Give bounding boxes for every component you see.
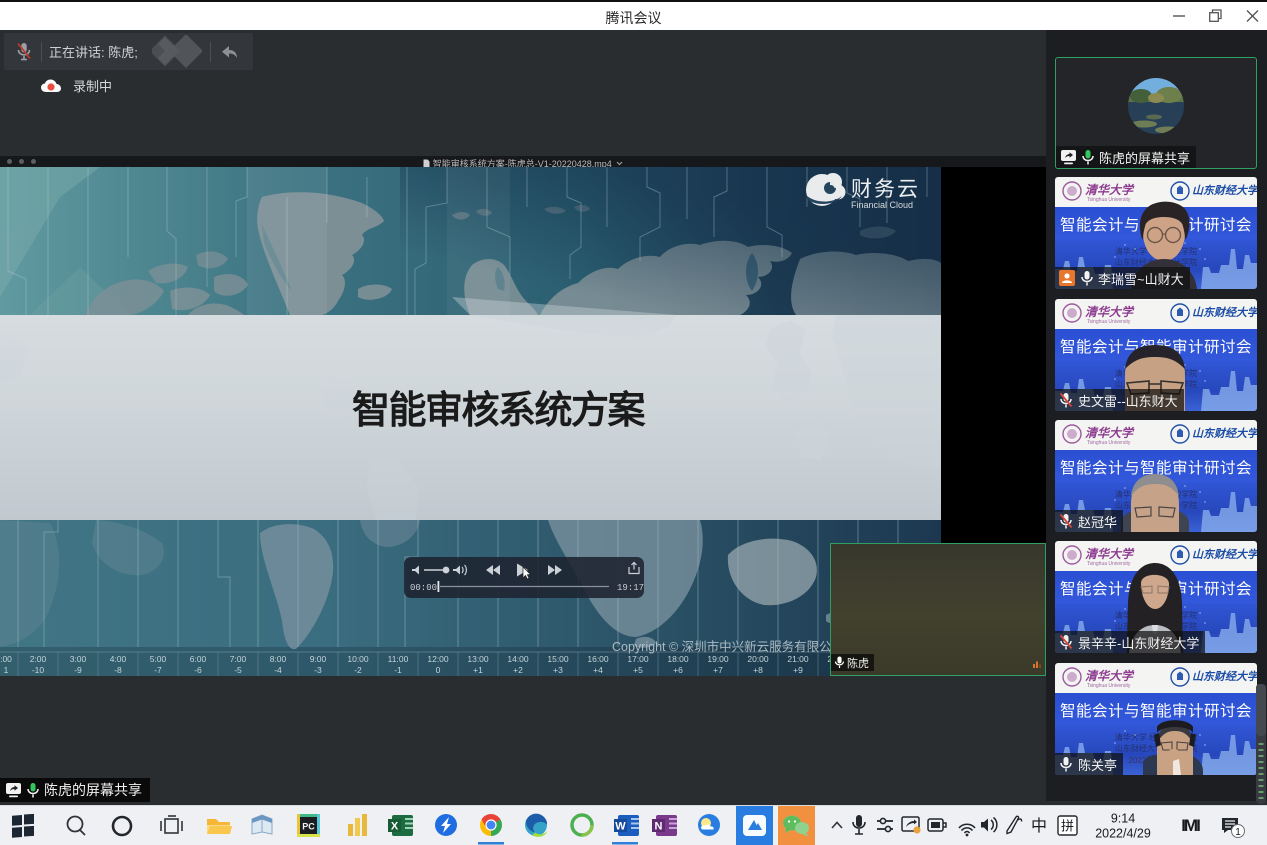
svg-text::00: :00 <box>0 654 12 664</box>
svg-text:20:00: 20:00 <box>747 654 769 664</box>
svg-text:+7: +7 <box>713 665 723 675</box>
svg-text:7:00: 7:00 <box>230 654 247 664</box>
svg-text:1: 1 <box>1235 827 1241 838</box>
svg-text:PC: PC <box>302 822 315 832</box>
svg-text:+2: +2 <box>513 665 523 675</box>
svg-text:-7: -7 <box>154 665 162 675</box>
svg-text:-1: -1 <box>394 665 402 675</box>
svg-text:8:00: 8:00 <box>270 654 287 664</box>
svg-text:+9: +9 <box>793 665 803 675</box>
svg-text:0: 0 <box>436 665 441 675</box>
svg-text:9:14: 9:14 <box>1111 812 1135 826</box>
svg-text:6:00: 6:00 <box>190 654 207 664</box>
svg-text:-5: -5 <box>234 665 242 675</box>
svg-text:5:00: 5:00 <box>150 654 167 664</box>
svg-text:W: W <box>615 821 626 833</box>
svg-text:16:00: 16:00 <box>587 654 609 664</box>
svg-text:00:00: 00:00 <box>410 583 437 593</box>
svg-text:21:00: 21:00 <box>787 654 809 664</box>
svg-text:19:00: 19:00 <box>707 654 729 664</box>
svg-text:-3: -3 <box>314 665 322 675</box>
svg-text:+8: +8 <box>753 665 763 675</box>
svg-text:Copyright © 深圳市中兴新云服务有限公司: Copyright © 深圳市中兴新云服务有限公司 <box>612 639 844 654</box>
svg-text:1: 1 <box>4 665 9 675</box>
svg-text:3:00: 3:00 <box>70 654 87 664</box>
svg-text:+4: +4 <box>593 665 603 675</box>
svg-text:+5: +5 <box>633 665 643 675</box>
svg-text:10:00: 10:00 <box>347 654 369 664</box>
svg-text:+3: +3 <box>553 665 563 675</box>
svg-text:财务云: 财务云 <box>851 178 920 201</box>
svg-text:18:00: 18:00 <box>667 654 689 664</box>
svg-text:-4: -4 <box>274 665 282 675</box>
svg-text:9:00: 9:00 <box>310 654 327 664</box>
svg-text:Financial Cloud: Financial Cloud <box>851 200 913 210</box>
svg-text:-10: -10 <box>32 665 45 675</box>
svg-text:X: X <box>391 821 399 833</box>
svg-text:-6: -6 <box>194 665 202 675</box>
svg-text:N: N <box>655 821 663 833</box>
svg-text:4:00: 4:00 <box>110 654 127 664</box>
svg-text:13:00: 13:00 <box>467 654 489 664</box>
svg-text:IMI: IMI <box>1181 816 1200 835</box>
svg-text:2022/4/29: 2022/4/29 <box>1095 827 1151 841</box>
svg-text:智能审核系统方案: 智能审核系统方案 <box>352 390 647 432</box>
svg-text:-8: -8 <box>114 665 122 675</box>
svg-text:中: 中 <box>1031 817 1047 835</box>
svg-text:-9: -9 <box>74 665 82 675</box>
svg-text:+6: +6 <box>673 665 683 675</box>
svg-text:11:00: 11:00 <box>388 654 409 664</box>
svg-text:15:00: 15:00 <box>547 654 569 664</box>
svg-text:+1: +1 <box>473 665 483 675</box>
svg-text:-2: -2 <box>354 665 362 675</box>
svg-text:14:00: 14:00 <box>507 654 529 664</box>
svg-text:2:00: 2:00 <box>30 654 47 664</box>
svg-text:17:00: 17:00 <box>627 654 649 664</box>
svg-text:12:00: 12:00 <box>427 654 449 664</box>
svg-text:拼: 拼 <box>1061 819 1074 834</box>
svg-text:19:17: 19:17 <box>617 583 644 593</box>
